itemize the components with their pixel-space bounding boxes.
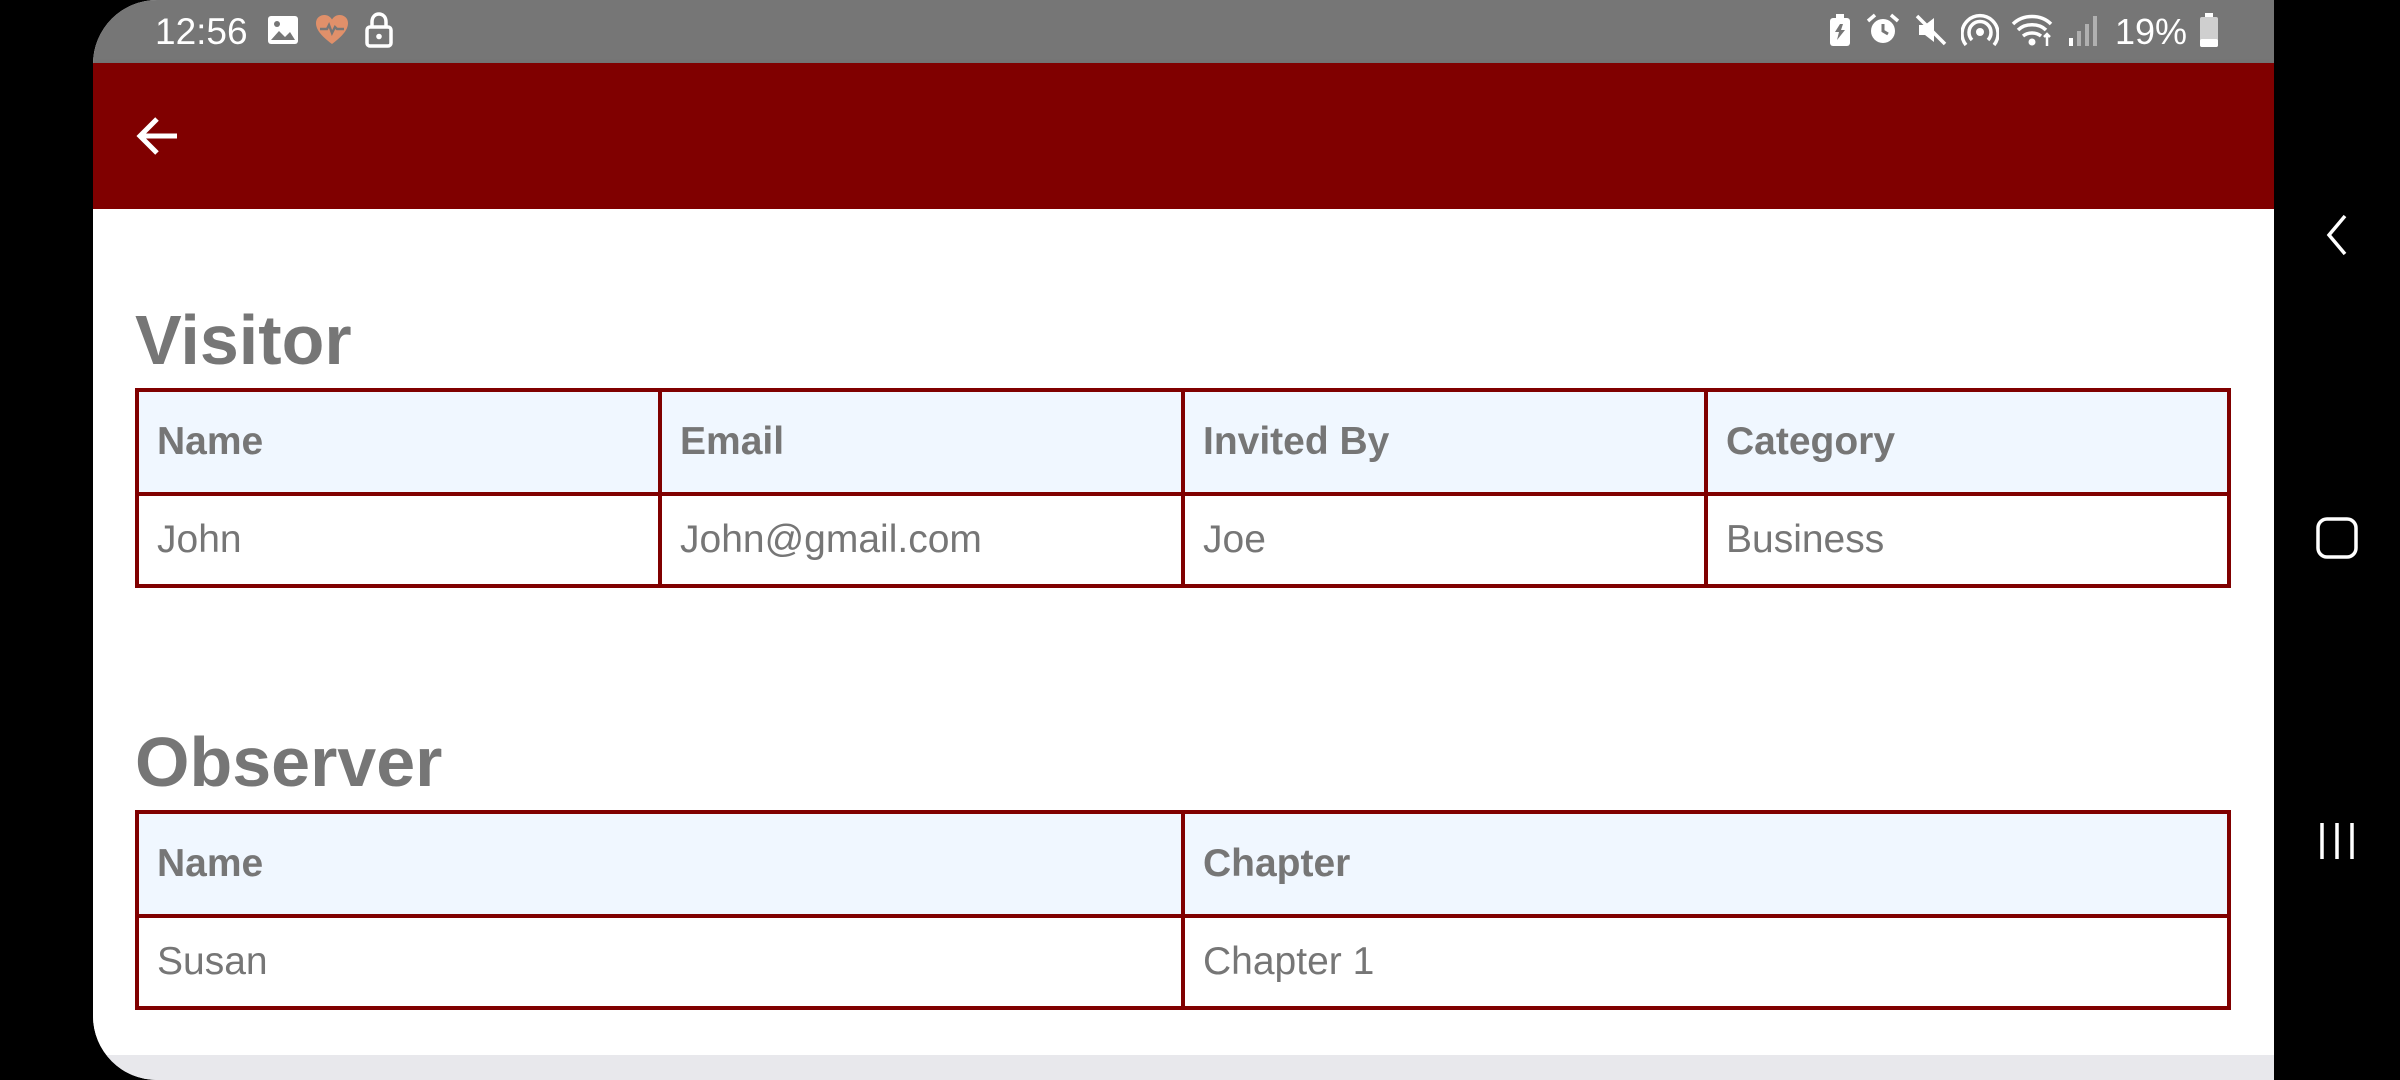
nav-recents-button[interactable]	[2301, 805, 2373, 877]
nav-home-button[interactable]	[2301, 502, 2373, 574]
status-time: 12:56	[155, 11, 248, 52]
device-screen: 12:56 19% Visitor Name Email Invited By …	[0, 0, 2400, 1080]
status-bar: 12:56 19%	[93, 0, 2274, 63]
visitor-section-title: Visitor	[135, 301, 352, 379]
column-header: Chapter	[1181, 810, 2231, 918]
column-header: Invited By	[1181, 388, 1708, 496]
column-header: Name	[135, 810, 1185, 918]
bottom-divider	[93, 1055, 2274, 1080]
back-button[interactable]	[127, 105, 189, 167]
lock-icon	[364, 11, 394, 53]
table-header-row: Name Email Invited By Category	[135, 388, 2231, 496]
app-bar	[93, 63, 2274, 209]
chevron-left-icon	[2326, 214, 2347, 256]
column-header: Email	[658, 388, 1185, 496]
table-row: Susan Chapter 1	[135, 914, 2231, 1010]
system-nav-bar	[2274, 0, 2400, 1080]
recents-icon	[2320, 823, 2354, 859]
observer-table: Name Chapter Susan Chapter 1	[135, 810, 2231, 1010]
signal-icon	[2067, 12, 2099, 53]
status-right-icons: 19%	[1827, 12, 2219, 52]
image-icon	[266, 13, 300, 52]
app-window: 12:56 19% Visitor Name Email Invited By …	[93, 0, 2274, 1080]
table-row: John John@gmail.com Joe Business	[135, 492, 2231, 588]
visitor-table: Name Email Invited By Category John John…	[135, 388, 2231, 588]
table-cell: Susan	[135, 914, 1185, 1010]
battery-icon	[2199, 12, 2219, 53]
column-header: Category	[1704, 388, 2231, 496]
table-cell: Chapter 1	[1181, 914, 2231, 1010]
status-left-icons	[266, 11, 394, 53]
hotspot-icon	[1960, 12, 2000, 53]
wifi-icon	[2011, 12, 2055, 53]
battery-percent: 19%	[2114, 11, 2187, 52]
table-cell: John@gmail.com	[658, 492, 1185, 588]
mute-icon	[1913, 12, 1949, 53]
table-cell: Business	[1704, 492, 2231, 588]
health-heart-icon	[314, 13, 350, 52]
observer-section-title: Observer	[135, 723, 443, 801]
nav-back-button[interactable]	[2301, 199, 2373, 271]
table-cell: Joe	[1181, 492, 1708, 588]
column-header: Name	[135, 388, 662, 496]
table-cell: John	[135, 492, 662, 588]
home-square-icon	[2316, 517, 2358, 559]
page-content: Visitor Name Email Invited By Category J…	[93, 209, 2274, 1055]
table-header-row: Name Chapter	[135, 810, 2231, 918]
battery-saver-icon	[1827, 12, 1853, 53]
arrow-left-icon	[136, 117, 177, 155]
alarm-icon	[1865, 12, 1901, 53]
